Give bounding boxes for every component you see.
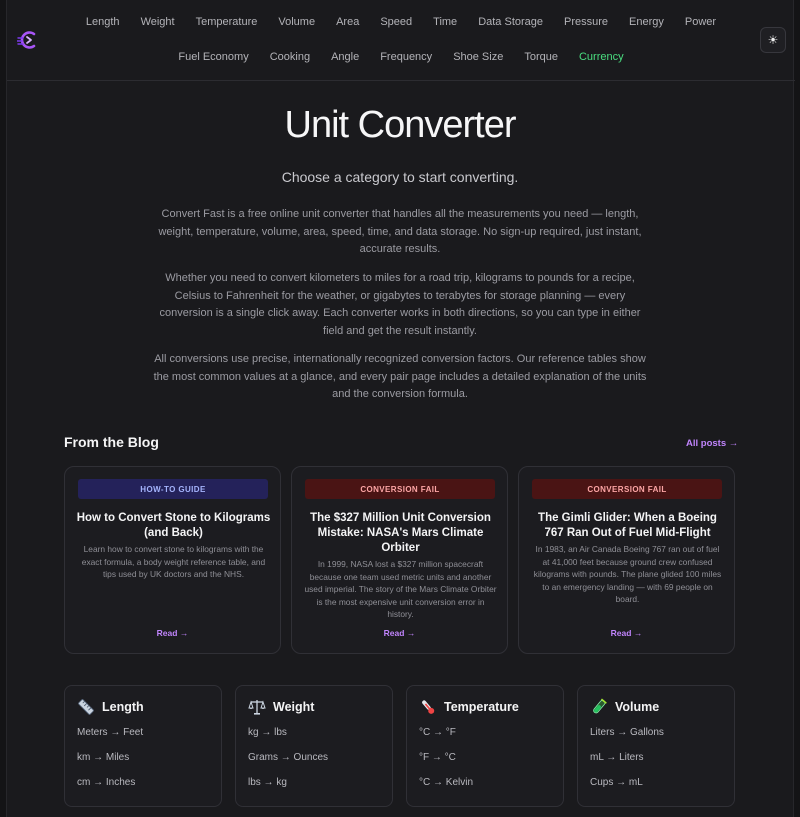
conversion-link[interactable]: cm → Inches xyxy=(77,777,135,788)
conversion-link[interactable]: km → Miles xyxy=(77,752,129,763)
theme-toggle-button[interactable]: ☀ xyxy=(760,27,786,53)
nav-link-angle[interactable]: Angle xyxy=(321,50,370,65)
nav-link-volume[interactable]: Volume xyxy=(268,15,326,30)
all-posts-link[interactable]: All posts → xyxy=(686,438,738,449)
conversion-link[interactable]: Grams → Ounces xyxy=(248,752,328,763)
read-link[interactable]: Read → xyxy=(292,628,507,638)
nav-link-pressure[interactable]: Pressure xyxy=(554,15,619,30)
scale-icon xyxy=(248,700,266,715)
nav-link-speed[interactable]: Speed xyxy=(370,15,423,30)
nav-link-shoe-size[interactable]: Shoe Size xyxy=(443,50,514,65)
conversion-link[interactable]: lbs → kg xyxy=(248,777,287,788)
intro-paragraph: All conversions use precise, internation… xyxy=(153,353,647,400)
blog-card[interactable]: CONVERSION FAIL The $327 Million Unit Co… xyxy=(291,466,508,654)
blog-card-title[interactable]: How to Convert Stone to Kilograms (and B… xyxy=(75,511,272,541)
nav-link-fuel-economy[interactable]: Fuel Economy xyxy=(168,50,259,65)
top-nav: Length Weight Temperature Volume Area Sp… xyxy=(7,0,795,81)
nav-link-weight[interactable]: Weight xyxy=(130,15,185,30)
intro-paragraph: Convert Fast is a free online unit conve… xyxy=(158,208,642,255)
blog-card-title[interactable]: The $327 Million Unit Conversion Mistake… xyxy=(302,511,499,556)
test-tube-icon xyxy=(593,698,607,714)
nav-link-time[interactable]: Time xyxy=(423,15,468,30)
page-subtitle: Choose a category to start converting. xyxy=(281,169,519,185)
intro-paragraph: Whether you need to convert kilometers t… xyxy=(159,272,641,337)
category-card-temperature: Temperature °C → °F °F → °C °C → Kelvin xyxy=(406,685,564,807)
nav-row-secondary: Fuel Economy Cooking Angle Frequency Sho… xyxy=(7,50,795,65)
nav-link-cooking[interactable]: Cooking xyxy=(259,50,320,65)
conversion-link[interactable]: °F → °C xyxy=(419,752,456,763)
read-link[interactable]: Read → xyxy=(519,628,734,638)
nav-link-length[interactable]: Length xyxy=(75,15,130,30)
nav-link-power[interactable]: Power xyxy=(674,15,726,30)
category-card-length: Length Meters → Feet km → Miles cm → Inc… xyxy=(64,685,222,807)
nav-row-primary: Length Weight Temperature Volume Area Sp… xyxy=(7,15,795,30)
sun-icon: ☀ xyxy=(767,33,779,47)
page-title: Unit Converter xyxy=(284,104,517,146)
blog-card[interactable]: HOW-TO GUIDE How to Convert Stone to Kil… xyxy=(64,466,281,654)
blog-card-title[interactable]: The Gimli Glider: When a Boeing 767 Ran … xyxy=(529,511,726,541)
category-title[interactable]: Volume xyxy=(615,700,659,714)
nav-link-data-storage[interactable]: Data Storage xyxy=(468,15,554,30)
category-card-weight: Weight kg → lbs Grams → Ounces lbs → kg xyxy=(235,685,393,807)
category-title[interactable]: Length xyxy=(102,700,144,714)
blog-card[interactable]: CONVERSION FAIL The Gimli Glider: When a… xyxy=(518,466,735,654)
nav-link-temperature[interactable]: Temperature xyxy=(185,15,268,30)
conversion-link[interactable]: °C → Kelvin xyxy=(419,777,473,788)
conversion-link[interactable]: °C → °F xyxy=(419,727,456,738)
logo-icon[interactable] xyxy=(17,29,41,51)
conversion-link[interactable]: kg → lbs xyxy=(248,727,287,738)
category-title[interactable]: Temperature xyxy=(444,700,519,714)
nav-link-torque[interactable]: Torque xyxy=(514,50,569,65)
conversion-link[interactable]: mL → Liters xyxy=(590,752,644,763)
category-badge: CONVERSION FAIL xyxy=(532,479,722,499)
conversion-link[interactable]: Liters → Gallons xyxy=(590,727,664,738)
category-badge: HOW-TO GUIDE xyxy=(78,479,268,499)
nav-link-energy[interactable]: Energy xyxy=(619,15,675,30)
category-card-volume: Volume Liters → Gallons mL → Liters Cups… xyxy=(577,685,735,807)
thermometer-icon xyxy=(422,700,435,714)
nav-link-currency[interactable]: Currency xyxy=(568,50,634,65)
conversion-link[interactable]: Cups → mL xyxy=(590,777,643,788)
read-link[interactable]: Read → xyxy=(65,628,280,638)
category-badge: CONVERSION FAIL xyxy=(305,479,495,499)
ruler-icon xyxy=(78,699,94,715)
blog-card-excerpt: In 1983, an Air Canada Boeing 767 ran ou… xyxy=(533,544,722,605)
category-title[interactable]: Weight xyxy=(273,700,314,714)
blog-section-heading: From the Blog xyxy=(64,434,159,450)
blog-card-excerpt: Learn how to convert stone to kilograms … xyxy=(81,544,266,580)
conversion-link[interactable]: Meters → Feet xyxy=(77,727,143,738)
nav-link-frequency[interactable]: Frequency xyxy=(370,50,443,65)
blog-card-excerpt: In 1999, NASA lost a $327 million spacec… xyxy=(304,559,497,620)
nav-link-area[interactable]: Area xyxy=(326,15,370,30)
